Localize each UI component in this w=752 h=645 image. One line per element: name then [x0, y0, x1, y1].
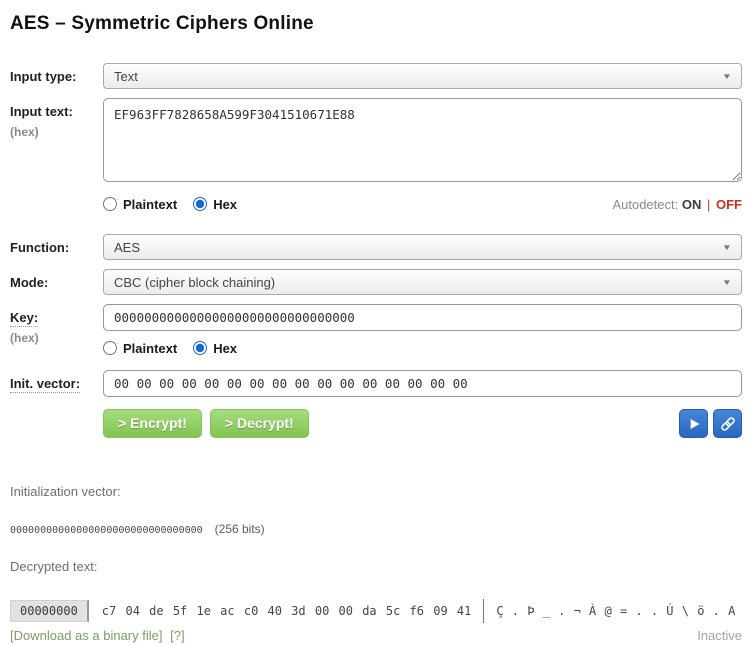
key-input[interactable]: [103, 304, 742, 331]
key-plaintext-radio[interactable]: [103, 341, 117, 355]
encrypt-button[interactable]: > Encrypt!: [103, 409, 202, 438]
input-text-label: Input text:: [10, 104, 73, 119]
chevron-down-icon: ▼: [722, 72, 732, 81]
mode-select[interactable]: CBC (cipher block chaining) ▼: [103, 269, 742, 295]
function-select[interactable]: AES ▼: [103, 234, 742, 260]
row-input-text: Input text: (hex) EF963FF7828658A599F304…: [10, 98, 742, 213]
mode-label: Mode:: [10, 275, 48, 290]
autodetect-separator: |: [707, 197, 710, 212]
input-text-hex-note: (hex): [10, 125, 103, 139]
autodetect-control: Autodetect: ON | OFF: [612, 197, 742, 212]
key-hex-radio[interactable]: [193, 341, 207, 355]
function-value: AES: [114, 240, 140, 255]
hexdump-offset: 00000000: [10, 600, 89, 622]
hexdump-ascii: Ç . Þ _ . ¬ À @ = . . Ú \ ö . A: [496, 604, 735, 618]
input-plaintext-label: Plaintext: [123, 197, 177, 212]
result-footer: [Download as a binary file] [?] Inactive: [10, 628, 742, 643]
autodetect-off-link[interactable]: OFF: [716, 197, 742, 212]
autodetect-label: Autodetect:: [612, 197, 678, 212]
key-hex-option[interactable]: Hex: [193, 341, 237, 356]
key-plaintext-option[interactable]: Plaintext: [103, 341, 177, 356]
input-plaintext-radio[interactable]: [103, 197, 117, 211]
help-link[interactable]: [?]: [170, 628, 184, 643]
row-key: Key: (hex) Plaintext Hex: [10, 304, 742, 357]
row-mode: Mode: CBC (cipher block chaining) ▼: [10, 269, 742, 295]
iv-result-bits: (256 bits): [215, 522, 265, 536]
row-function: Function: AES ▼: [10, 234, 742, 260]
link-icon: [719, 415, 737, 433]
input-hex-radio[interactable]: [193, 197, 207, 211]
run-button[interactable]: [679, 409, 708, 438]
hexdump-separator: [483, 599, 484, 623]
download-binary-link[interactable]: [Download as a binary file]: [10, 628, 162, 643]
row-init-vector: Init. vector: > Encrypt! > Decrypt!: [10, 370, 742, 438]
chevron-down-icon: ▼: [722, 243, 732, 252]
row-input-type: Input type: Text ▼: [10, 63, 742, 89]
iv-result-heading: Initialization vector:: [10, 484, 742, 499]
key-hex-label: Hex: [213, 341, 237, 356]
input-type-value: Text: [114, 69, 138, 84]
init-vector-label: Init. vector:: [10, 376, 80, 393]
input-plaintext-option[interactable]: Plaintext: [103, 197, 177, 212]
chevron-down-icon: ▼: [722, 278, 732, 287]
iv-result-value: 00000000000000000000000000000000: [10, 525, 203, 536]
status-badge: Inactive: [697, 628, 742, 643]
input-text-area[interactable]: EF963FF7828658A599F3041510671E88: [103, 98, 742, 182]
input-hex-option[interactable]: Hex: [193, 197, 237, 212]
key-hex-note: (hex): [10, 331, 103, 345]
input-type-label: Input type:: [10, 69, 76, 84]
function-label: Function:: [10, 240, 69, 255]
init-vector-input[interactable]: [103, 370, 742, 397]
input-type-select[interactable]: Text ▼: [103, 63, 742, 89]
key-plaintext-label: Plaintext: [123, 341, 177, 356]
permalink-button[interactable]: [713, 409, 742, 438]
hexdump-bytes: c7 04 de 5f 1e ac c0 40 3d 00 00 da 5c f…: [102, 604, 472, 618]
aes-tool-page: AES – Symmetric Ciphers Online Input typ…: [0, 0, 752, 643]
iv-result-line: 00000000000000000000000000000000 (256 bi…: [10, 522, 742, 536]
mode-value: CBC (cipher block chaining): [114, 275, 275, 290]
input-format-row: Plaintext Hex Autodetect: ON | OFF: [103, 195, 742, 213]
decrypt-button[interactable]: > Decrypt!: [210, 409, 309, 438]
input-hex-label: Hex: [213, 197, 237, 212]
key-format-row: Plaintext Hex: [103, 339, 742, 357]
autodetect-on-link[interactable]: ON: [682, 197, 702, 212]
decrypted-text-heading: Decrypted text:: [10, 559, 742, 574]
key-label: Key:: [10, 310, 38, 327]
play-icon: [686, 416, 702, 432]
page-title: AES – Symmetric Ciphers Online: [10, 13, 742, 35]
result-section: Initialization vector: 00000000000000000…: [10, 484, 742, 643]
hexdump-row: 00000000 c7 04 de 5f 1e ac c0 40 3d 00 0…: [10, 599, 742, 623]
action-buttons-row: > Encrypt! > Decrypt!: [103, 409, 742, 438]
